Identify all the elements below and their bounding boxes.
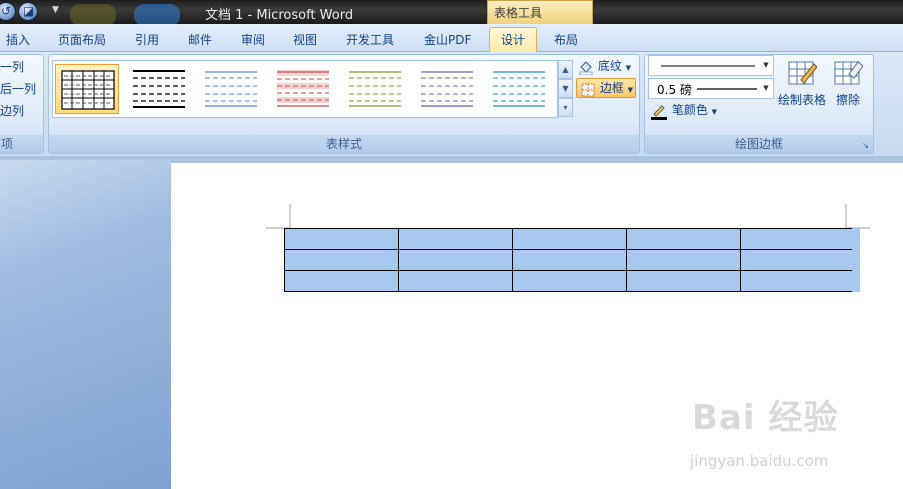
context-tab-label: 表格工具 — [494, 6, 543, 20]
table-style-teal-preview — [493, 71, 545, 107]
pen-style-combo[interactable]: ▼ — [648, 55, 774, 76]
undo-icon[interactable]: ↺ — [0, 2, 16, 21]
table-cell[interactable] — [626, 270, 741, 292]
shading-label: 底纹 — [597, 59, 622, 73]
table-style-blue-preview — [205, 71, 257, 107]
table-style-teal[interactable] — [487, 64, 551, 114]
quick-access-dropdown-icon[interactable]: ▼ — [52, 5, 59, 15]
draw-table-label: 绘制表格 — [777, 93, 826, 107]
pen-color-icon — [651, 104, 667, 120]
table-cell[interactable] — [284, 228, 399, 250]
shading-dropdown-icon[interactable]: ▼ — [626, 64, 631, 72]
table-style-blue[interactable] — [199, 64, 263, 114]
paint-bucket-icon — [579, 60, 593, 75]
tab-mailings[interactable]: 邮件 — [188, 31, 212, 48]
table-style-purple-preview — [421, 71, 473, 107]
draw-borders-group-label: 绘图边框 — [645, 135, 873, 153]
table-cell[interactable] — [740, 270, 854, 292]
background-decoration — [70, 4, 116, 26]
draw-table-button[interactable]: 绘制表格 — [776, 58, 828, 108]
pen-weight-line-preview — [697, 88, 757, 90]
table-tools-context-tab: 表格工具 — [487, 0, 593, 24]
tab-references[interactable]: 引用 — [135, 31, 159, 48]
table-cell[interactable] — [398, 228, 513, 250]
table-style-gallery — [52, 60, 558, 118]
table-cell[interactable] — [740, 228, 854, 250]
gallery-more-icon[interactable]: ▾ — [558, 98, 573, 117]
table-row — [284, 249, 854, 271]
eraser-button[interactable]: 擦除 — [832, 58, 864, 108]
pen-weight-value: 0.5 磅 — [657, 83, 692, 97]
baidu-watermark: Bai 经验 — [692, 398, 839, 438]
table-style-purple[interactable] — [415, 64, 479, 114]
last-column-item[interactable]: 后一列 — [0, 80, 36, 97]
background-decoration — [134, 4, 180, 26]
pen-style-line-preview — [661, 65, 755, 67]
document-page[interactable] — [171, 163, 903, 489]
tab-review[interactable]: 审阅 — [241, 31, 265, 48]
table-cell[interactable] — [512, 270, 627, 292]
table-row — [284, 270, 854, 292]
gallery-scrollbar: ▲ ▼ ▾ — [558, 60, 573, 118]
banded-columns-item[interactable]: 边列 — [0, 102, 24, 119]
table-style-red-preview — [277, 70, 329, 107]
borders-icon — [581, 83, 595, 96]
table-cell[interactable] — [284, 270, 399, 292]
table-row — [284, 228, 854, 250]
draw-table-icon — [788, 61, 818, 85]
print-preview-icon[interactable]: ◪ — [18, 2, 38, 21]
tab-insert[interactable]: 插入 — [6, 31, 30, 48]
pen-weight-dropdown-icon[interactable]: ▼ — [760, 80, 772, 97]
borders-dropdown-icon[interactable]: ▼ — [628, 86, 633, 94]
borders-label: 边框 — [599, 81, 624, 95]
pen-style-dropdown-icon[interactable]: ▼ — [760, 57, 772, 74]
table-cell[interactable] — [398, 270, 513, 292]
tab-view[interactable]: 视图 — [293, 31, 317, 48]
shading-button[interactable]: 底纹 ▼ — [578, 57, 638, 77]
tab-developer[interactable]: 开发工具 — [346, 31, 394, 48]
gallery-scroll-up-icon[interactable]: ▲ — [558, 60, 573, 79]
pen-weight-combo[interactable]: 0.5 磅 ▼ — [648, 78, 774, 99]
table-style-plain-black-preview — [133, 70, 185, 108]
tab-layout[interactable]: 布局 — [554, 31, 578, 48]
tab-design[interactable]: 设计 — [489, 27, 537, 53]
window-title: 文档 1 - Microsoft Word — [205, 8, 354, 23]
pen-color-dropdown-icon[interactable]: ▼ — [712, 108, 717, 116]
gallery-scroll-down-icon[interactable]: ▼ — [558, 79, 573, 98]
pen-color-button[interactable]: 笔颜色 ▼ — [650, 101, 730, 121]
workspace-left-background — [0, 160, 171, 489]
table-cell[interactable] — [284, 249, 399, 271]
left-group-label: 项 — [0, 135, 43, 153]
insert-column-item[interactable]: 一列 — [0, 58, 24, 75]
tab-design-label: 设计 — [501, 33, 526, 47]
table-style-red[interactable] — [271, 64, 335, 114]
table-cell[interactable] — [626, 228, 741, 250]
table-style-plain-black[interactable] — [127, 64, 191, 114]
row-end-selection — [852, 228, 860, 292]
table-style-green[interactable] — [343, 64, 407, 114]
title-bar: ↺ ◪ ▼ 文档 1 - Microsoft Word 表格工具 — [0, 0, 903, 26]
eraser-icon — [834, 61, 864, 85]
table-style-green-preview — [349, 71, 401, 107]
borders-button[interactable]: 边框 ▼ — [576, 78, 636, 98]
baidu-watermark-url: jingyan.baidu.com — [690, 452, 829, 470]
table-cell[interactable] — [740, 249, 854, 271]
table-style-grid-preview — [61, 70, 115, 110]
table-cell[interactable] — [512, 228, 627, 250]
table-cell[interactable] — [398, 249, 513, 271]
eraser-label: 擦除 — [835, 93, 860, 107]
table-cell[interactable] — [626, 249, 741, 271]
table-styles-group-label: 表样式 — [49, 135, 639, 153]
table-style-grid[interactable] — [55, 64, 119, 114]
margin-marks — [266, 204, 870, 229]
selected-table[interactable] — [284, 228, 854, 292]
tab-page-layout[interactable]: 页面布局 — [58, 31, 106, 48]
table-cell[interactable] — [512, 249, 627, 271]
tab-kingsoft-pdf[interactable]: 金山PDF — [424, 31, 471, 48]
pen-color-label: 笔颜色 — [671, 103, 708, 117]
dialog-launcher-icon[interactable]: ↘ — [862, 141, 869, 150]
